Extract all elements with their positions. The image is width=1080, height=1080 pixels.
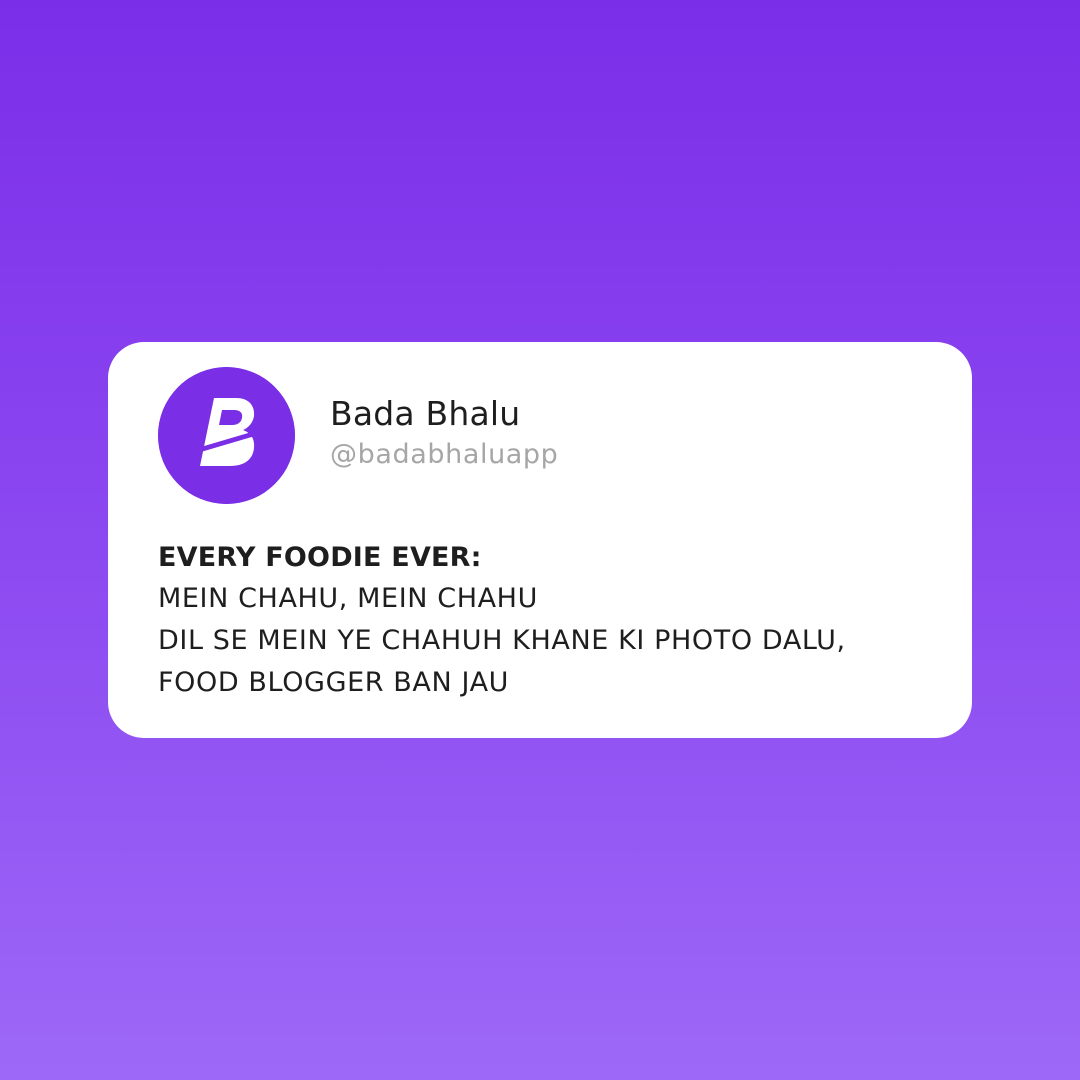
post-heading: EVERY FOODIE EVER:: [158, 542, 482, 573]
user-handle[interactable]: @badabhaluapp: [330, 439, 558, 470]
post-body: EVERY FOODIE EVER: MEIN CHAHU, MEIN CHAH…: [158, 538, 846, 704]
page: { "colors": { "background_top": "#7b2ee8…: [0, 0, 1080, 1080]
post-line: MEIN CHAHU, MEIN CHAHU: [158, 583, 538, 614]
post-line: DIL SE MEIN YE CHAHUH KHANE KI PHOTO DAL…: [158, 625, 846, 656]
display-name[interactable]: Bada Bhalu: [330, 394, 520, 433]
avatar[interactable]: [158, 367, 295, 504]
tweet-card: Bada Bhalu @badabhaluapp EVERY FOODIE EV…: [108, 342, 972, 738]
b-letter-logo-icon: [158, 367, 295, 504]
post-line: FOOD BLOGGER BAN JAU: [158, 667, 510, 698]
